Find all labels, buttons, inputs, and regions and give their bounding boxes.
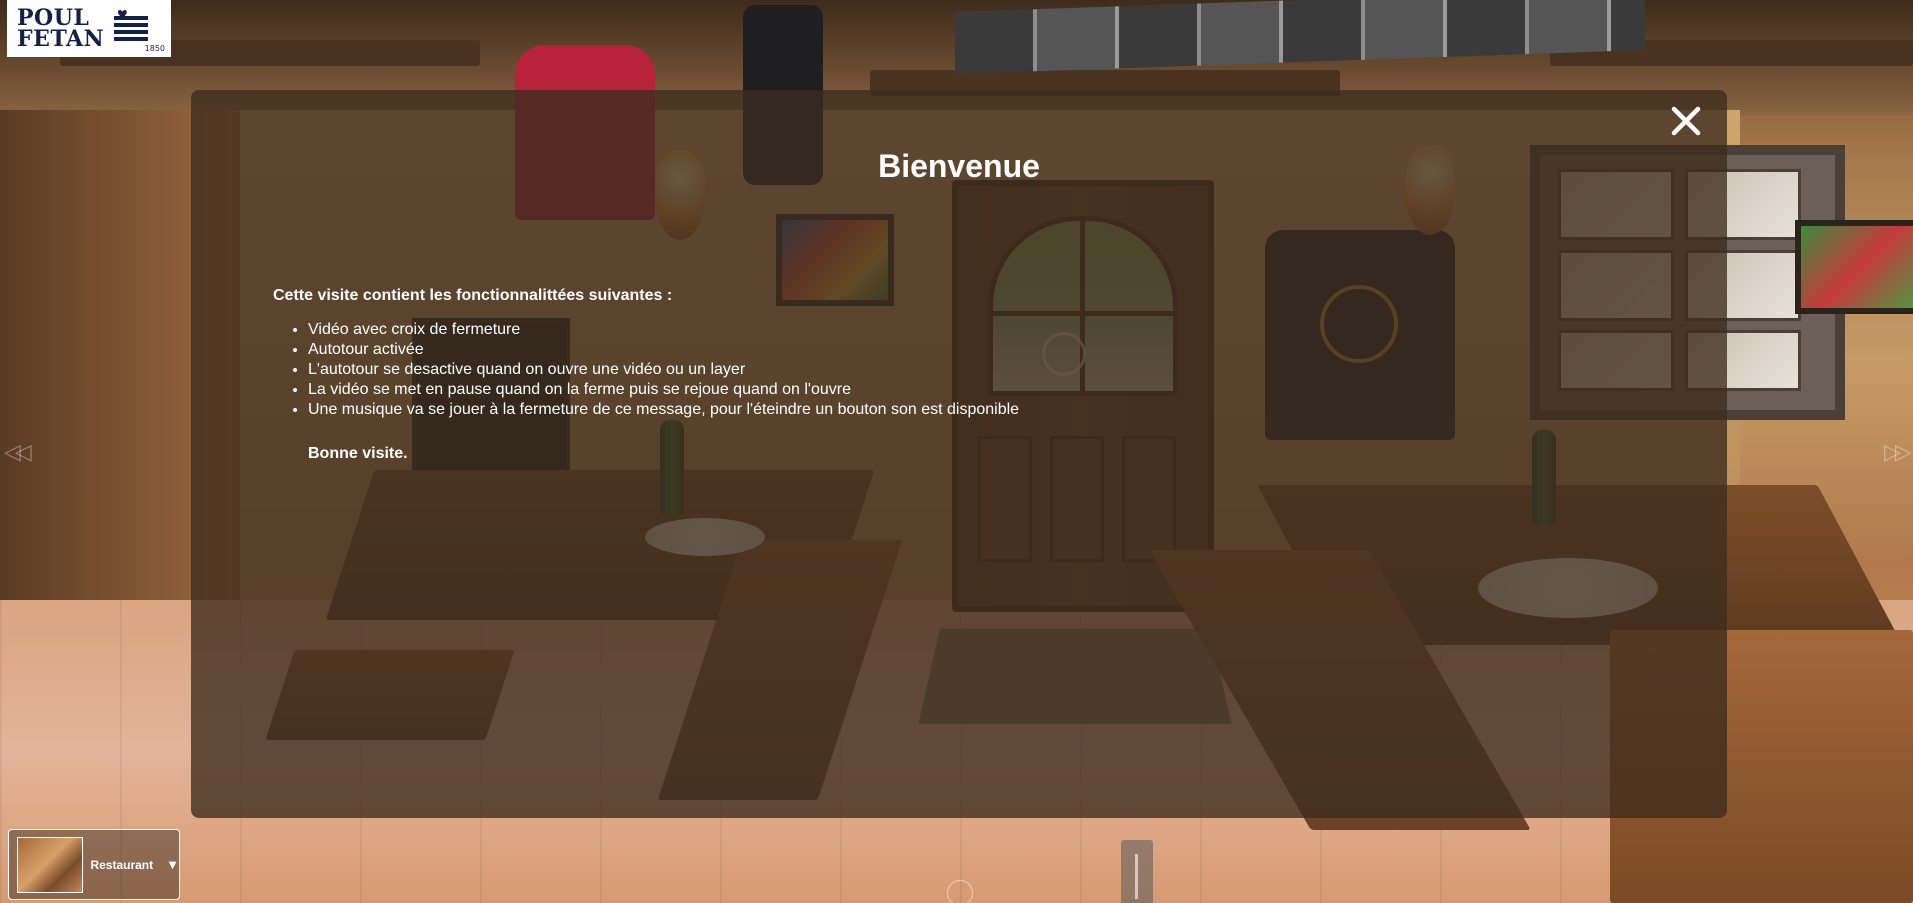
feature-item: Une musique va se jouer à la fermeture d… bbox=[308, 400, 1573, 420]
heart-icon: ♥ bbox=[117, 4, 128, 24]
control-bar-handle[interactable] bbox=[1121, 840, 1153, 903]
feature-item: La vidéo se met en pause quand on la fer… bbox=[308, 380, 1573, 400]
panorama-viewer[interactable]: POUL FETAN ♥ 1850 ◁◁ ▷▷ Bienvenue Cette … bbox=[0, 0, 1913, 903]
scene-selector[interactable]: Restaurant ▼ bbox=[8, 829, 180, 900]
modal-body: Cette visite contient les fonctionnalitt… bbox=[273, 286, 1573, 464]
next-scene-arrow[interactable]: ▷▷ bbox=[1884, 440, 1912, 465]
close-icon bbox=[1671, 106, 1701, 136]
brand-logo[interactable]: POUL FETAN ♥ 1850 bbox=[7, 0, 171, 57]
logo-wordmark: POUL FETAN bbox=[17, 7, 105, 52]
scene-label[interactable]: Restaurant bbox=[90, 858, 153, 872]
feature-list: Vidéo avec croix de fermeture Autotour a… bbox=[273, 320, 1573, 420]
compass-icon bbox=[947, 880, 973, 903]
chevron-down-icon[interactable]: ▼ bbox=[166, 857, 179, 872]
wall-painting bbox=[1795, 220, 1913, 314]
feature-item: L'autotour se desactive quand on ouvre u… bbox=[308, 360, 1573, 380]
modal-signoff: Bonne visite. bbox=[308, 445, 408, 462]
modal-intro: Cette visite contient les fonctionnalitt… bbox=[273, 287, 673, 304]
feature-item: Autotour activée bbox=[308, 340, 1573, 360]
logo-line-2: FETAN bbox=[17, 25, 105, 52]
feature-item: Vidéo avec croix de fermeture bbox=[308, 320, 1573, 340]
modal-title: Bienvenue bbox=[878, 148, 1040, 184]
prev-scene-arrow[interactable]: ◁◁ bbox=[4, 440, 32, 465]
scene-thumbnail[interactable] bbox=[17, 836, 84, 893]
close-button[interactable] bbox=[1665, 100, 1707, 142]
welcome-modal: Bienvenue Cette visite contient les fonc… bbox=[191, 90, 1727, 818]
logo-year: 1850 bbox=[144, 44, 165, 53]
